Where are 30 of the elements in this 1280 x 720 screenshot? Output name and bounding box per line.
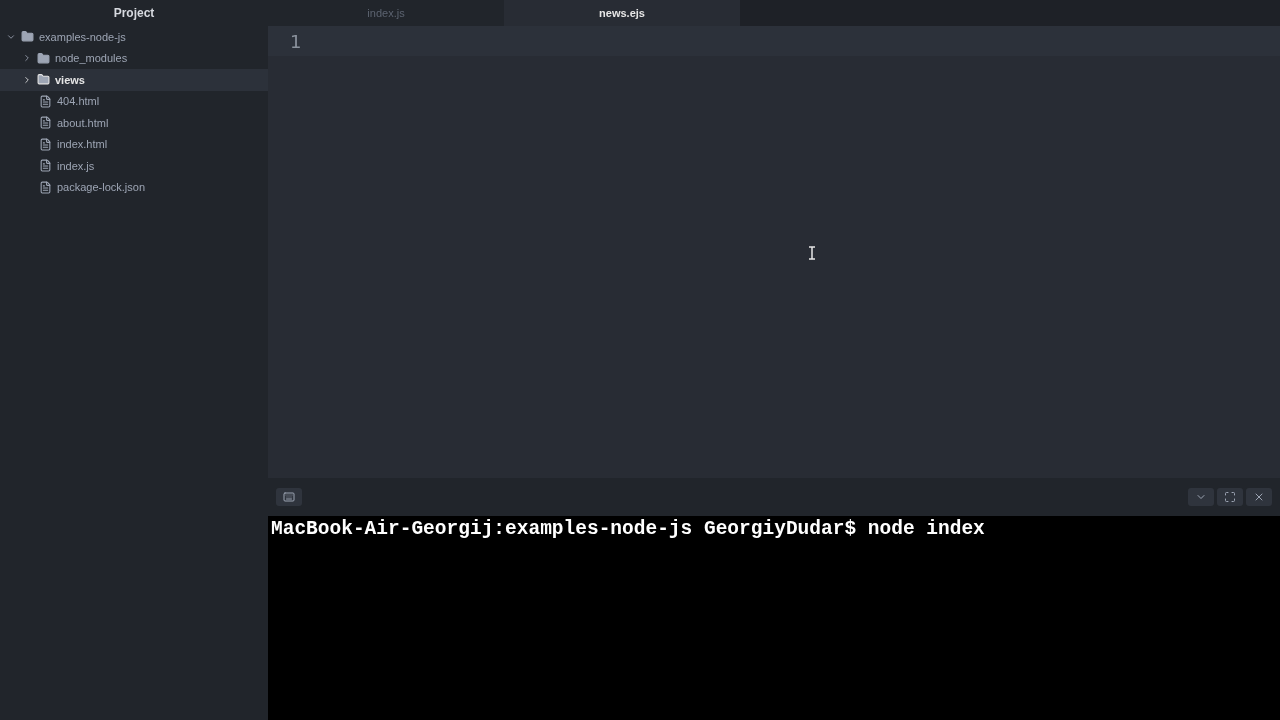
terminal-line: MacBook-Air-Georgij:examples-node-js GeorgiyDudar$ node index [271, 518, 986, 540]
chevron-right-icon [22, 53, 32, 64]
terminal-panel[interactable]: MacBook-Air-Georgij:examples-node-js GeorgiyDudar$ node index [268, 516, 1280, 720]
file-icon [39, 159, 52, 173]
file-icon [39, 180, 52, 194]
collapse-button[interactable] [1188, 488, 1214, 506]
maximize-button[interactable] [1217, 488, 1243, 506]
file-item[interactable]: index.js [0, 155, 268, 177]
close-button[interactable] [1246, 488, 1272, 506]
folder-item[interactable]: views [0, 69, 268, 91]
file-icon [39, 137, 52, 151]
editor-tab[interactable]: news.ejs [504, 0, 740, 26]
sidebar-title: Project [112, 5, 156, 22]
line-number: 1 [289, 30, 303, 52]
maximize-icon [1224, 491, 1236, 503]
file-icon [39, 94, 52, 108]
folder-icon [21, 30, 34, 44]
chevron-right-icon [22, 74, 32, 85]
file-item[interactable]: 404.html [0, 90, 268, 112]
file-item[interactable]: about.html [0, 112, 268, 134]
file-item[interactable]: index.html [0, 133, 268, 155]
close-icon [1253, 491, 1265, 503]
folder-item[interactable]: examples-node-js [0, 26, 268, 48]
file-item[interactable]: package-lock.json [0, 176, 268, 198]
keyboard-icon [283, 491, 295, 503]
folder-icon [37, 73, 50, 87]
keyboard-button[interactable] [276, 488, 302, 506]
folder-item[interactable]: node_modules [0, 47, 268, 69]
folder-icon [37, 51, 50, 65]
file-icon [39, 116, 52, 130]
